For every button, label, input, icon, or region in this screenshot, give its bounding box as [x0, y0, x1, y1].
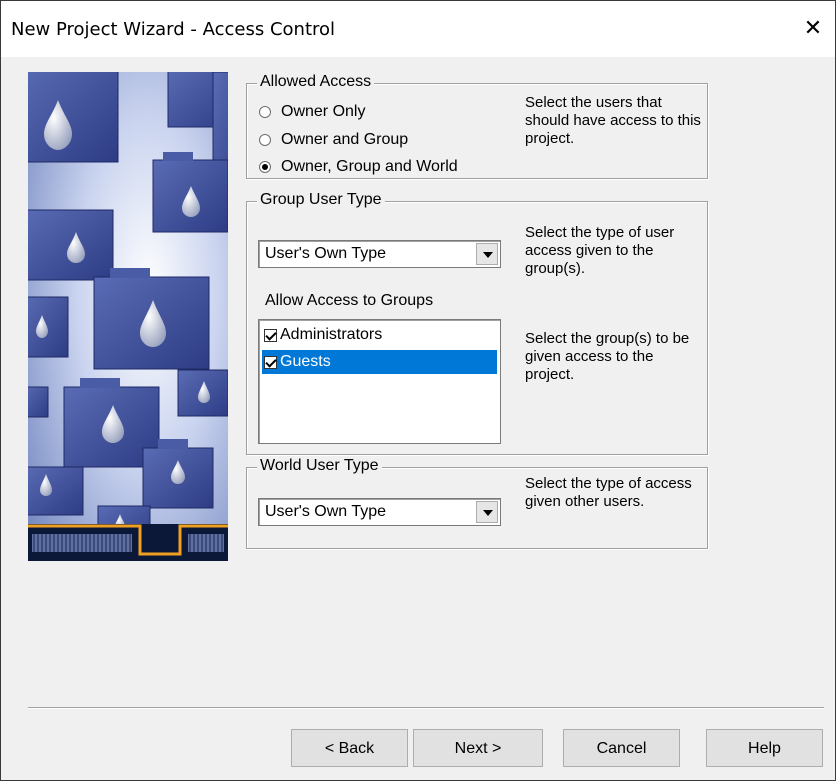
- chevron-down-icon[interactable]: [476, 501, 498, 523]
- list-item-administrators[interactable]: Administrators: [262, 323, 497, 347]
- group-user-type-group: Group User Type User's Own Type Select t…: [246, 191, 708, 455]
- radio-owner-and-group[interactable]: Owner and Group: [259, 129, 408, 151]
- wizard-window: New Project Wizard - Access Control ✕ Al…: [0, 0, 836, 781]
- next-button[interactable]: Next >: [413, 729, 543, 767]
- list-item-guests[interactable]: Guests: [262, 350, 497, 374]
- dropdown-value: User's Own Type: [265, 503, 387, 520]
- group-user-type-help: Select the type of user access given to …: [525, 224, 675, 277]
- group-user-type-dropdown[interactable]: User's Own Type: [258, 240, 501, 268]
- allowed-access-legend: Allowed Access: [257, 73, 375, 91]
- window-title: New Project Wizard - Access Control: [11, 19, 336, 40]
- allowed-access-help: Select the users that should have access…: [525, 94, 701, 147]
- groups-listbox[interactable]: Administrators Guests: [258, 319, 501, 444]
- world-user-type-help: Select the type of access given other us…: [525, 475, 692, 510]
- title-bar: New Project Wizard - Access Control ✕: [1, 1, 835, 57]
- allowed-access-group: Allowed Access Owner Only Owner and Grou…: [246, 73, 708, 179]
- radio-button-selected-icon[interactable]: [259, 161, 271, 173]
- radio-button-icon[interactable]: [259, 106, 271, 118]
- radio-label: Owner, Group and World: [281, 158, 458, 175]
- world-user-type-dropdown[interactable]: User's Own Type: [258, 498, 501, 526]
- allow-access-groups-label: Allow Access to Groups: [265, 292, 434, 309]
- radio-label: Owner Only: [281, 103, 366, 120]
- back-button[interactable]: < Back: [291, 729, 408, 767]
- list-item-label: Guests: [280, 353, 331, 370]
- radio-owner-only[interactable]: Owner Only: [259, 101, 365, 123]
- help-button[interactable]: Help: [706, 729, 823, 767]
- world-user-type-group: World User Type User's Own Type Select t…: [246, 457, 708, 549]
- wizard-side-image: [28, 72, 228, 561]
- radio-button-icon[interactable]: [259, 134, 271, 146]
- radio-label: Owner and Group: [281, 131, 409, 148]
- checkbox-checked-icon[interactable]: [264, 355, 277, 369]
- groups-help: Select the group(s) to be given access t…: [525, 330, 690, 383]
- list-item-label: Administrators: [280, 326, 383, 343]
- button-separator: [28, 707, 824, 709]
- close-icon[interactable]: ✕: [791, 9, 835, 49]
- radio-owner-group-world[interactable]: Owner, Group and World: [259, 156, 458, 178]
- group-user-type-legend: Group User Type: [257, 191, 385, 209]
- chevron-down-icon[interactable]: [476, 243, 498, 265]
- checkbox-checked-icon[interactable]: [264, 328, 277, 342]
- cancel-button[interactable]: Cancel: [563, 729, 680, 767]
- dropdown-value: User's Own Type: [265, 245, 387, 262]
- world-user-type-legend: World User Type: [257, 457, 382, 475]
- folders-illustration: [28, 72, 228, 561]
